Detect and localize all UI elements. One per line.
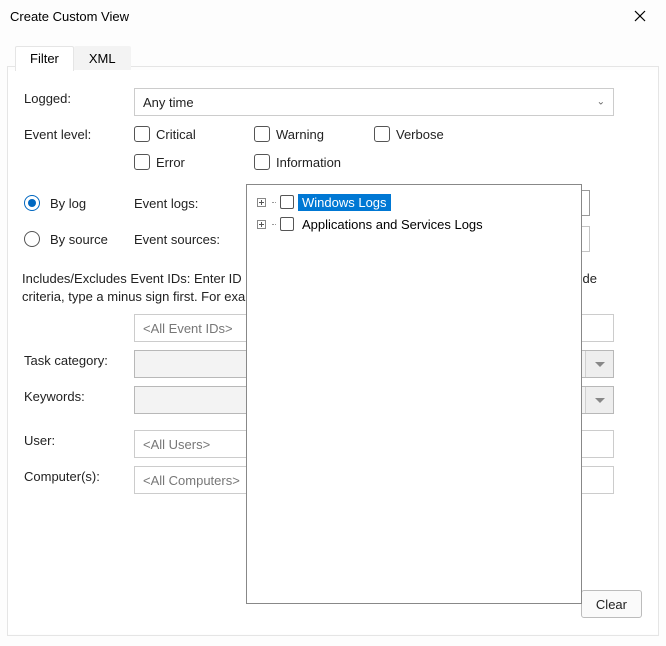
event-sources-label: Event sources: bbox=[134, 232, 254, 247]
warning-checkbox[interactable]: Warning bbox=[254, 126, 344, 142]
event-logs-label: Event logs: bbox=[134, 196, 254, 211]
titlebar: Create Custom View bbox=[0, 0, 666, 32]
keywords-label: Keywords: bbox=[24, 386, 134, 404]
chevron-down-icon bbox=[585, 387, 613, 413]
tree-label: Applications and Services Logs bbox=[298, 216, 487, 233]
by-log-radio[interactable]: By log bbox=[24, 195, 134, 211]
window-title: Create Custom View bbox=[10, 9, 129, 24]
tree-checkbox[interactable] bbox=[280, 217, 294, 231]
information-checkbox[interactable]: Information bbox=[254, 154, 374, 170]
close-icon bbox=[634, 10, 646, 22]
by-source-radio[interactable]: By source bbox=[24, 231, 134, 247]
close-button[interactable] bbox=[618, 0, 662, 32]
critical-checkbox[interactable]: Critical bbox=[134, 126, 224, 142]
event-level-label: Event level: bbox=[24, 124, 134, 142]
tree-item-app-services-logs[interactable]: Applications and Services Logs bbox=[251, 213, 577, 235]
chevron-down-icon: ⌄ bbox=[597, 97, 605, 108]
computers-label: Computer(s): bbox=[24, 466, 134, 484]
event-logs-tree-popup[interactable]: Windows Logs Applications and Services L… bbox=[246, 184, 582, 604]
verbose-checkbox[interactable]: Verbose bbox=[374, 126, 464, 142]
tab-xml[interactable]: XML bbox=[74, 46, 131, 71]
logged-value: Any time bbox=[143, 95, 194, 110]
tree-checkbox[interactable] bbox=[280, 195, 294, 209]
user-label: User: bbox=[24, 430, 134, 448]
tab-filter[interactable]: Filter bbox=[15, 46, 74, 71]
expand-icon[interactable] bbox=[257, 220, 266, 229]
logged-combo[interactable]: Any time ⌄ bbox=[134, 88, 614, 116]
expand-icon[interactable] bbox=[257, 198, 266, 207]
chevron-down-icon bbox=[585, 351, 613, 377]
tree-label: Windows Logs bbox=[298, 194, 391, 211]
clear-button[interactable]: Clear bbox=[581, 590, 642, 618]
create-custom-view-dialog: Create Custom View Filter XML Logged: An… bbox=[0, 0, 666, 646]
task-category-label: Task category: bbox=[24, 350, 134, 368]
logged-label: Logged: bbox=[24, 88, 134, 106]
tree-item-windows-logs[interactable]: Windows Logs bbox=[251, 191, 577, 213]
error-checkbox[interactable]: Error bbox=[134, 154, 224, 170]
